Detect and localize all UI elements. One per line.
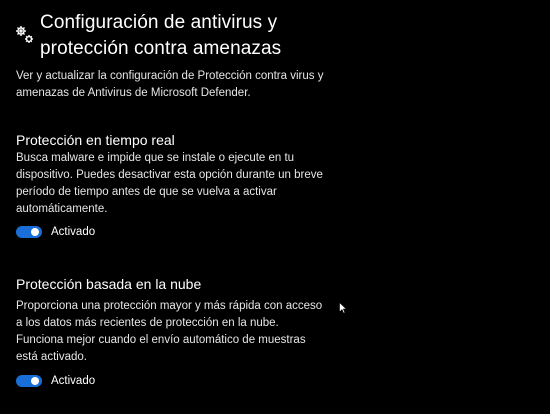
page-title: Configuración de antivirus y protección … bbox=[40, 10, 281, 62]
gears-icon bbox=[16, 26, 33, 43]
mouse-cursor-icon bbox=[339, 302, 347, 314]
toggle-knob bbox=[31, 377, 39, 385]
realtime-desc-line4: automáticamente. bbox=[16, 203, 108, 215]
realtime-desc-line1: Busca malware e impide que se instale o … bbox=[16, 152, 295, 164]
page-title-line1: Configuración de antivirus y bbox=[40, 12, 278, 33]
settings-page: Configuración de antivirus y protección … bbox=[0, 0, 550, 414]
realtime-protection-title: Protección en tiempo real bbox=[16, 132, 175, 148]
cloud-protection-toggle-row: Activado bbox=[16, 375, 95, 387]
cloud-desc-line4: está activado. bbox=[16, 351, 87, 363]
page-description-line2: amenazas de Antivirus de Microsoft Defen… bbox=[16, 87, 251, 99]
cloud-desc-line3: Funciona mejor cuando el envío automátic… bbox=[16, 334, 306, 346]
realtime-protection-toggle-row: Activado bbox=[16, 226, 95, 238]
realtime-desc-line2: dispositivo. Puedes desactivar esta opci… bbox=[16, 169, 323, 181]
cloud-protection-title: Protección basada en la nube bbox=[16, 276, 202, 292]
cloud-desc-line2: a los datos más recientes de protección … bbox=[16, 317, 279, 329]
cloud-protection-description: Proporciona una protección mayor y más r… bbox=[16, 298, 336, 366]
page-description: Ver y actualizar la configuración de Pro… bbox=[16, 68, 346, 102]
cloud-protection-toggle-label: Activado bbox=[51, 375, 96, 387]
page-title-line2: protección contra amenazas bbox=[40, 38, 282, 59]
page-description-line1: Ver y actualizar la configuración de Pro… bbox=[16, 70, 324, 82]
realtime-desc-line3: período de tiempo antes de que se vuelva… bbox=[16, 186, 277, 198]
page-header: Configuración de antivirus y protección … bbox=[14, 10, 281, 62]
toggle-knob bbox=[31, 228, 39, 236]
cloud-protection-toggle[interactable] bbox=[16, 375, 42, 387]
realtime-protection-toggle[interactable] bbox=[16, 226, 42, 238]
realtime-protection-toggle-label: Activado bbox=[51, 226, 96, 238]
realtime-protection-description: Busca malware e impide que se instale o … bbox=[16, 150, 336, 218]
cloud-desc-line1: Proporciona una protección mayor y más r… bbox=[16, 300, 323, 312]
